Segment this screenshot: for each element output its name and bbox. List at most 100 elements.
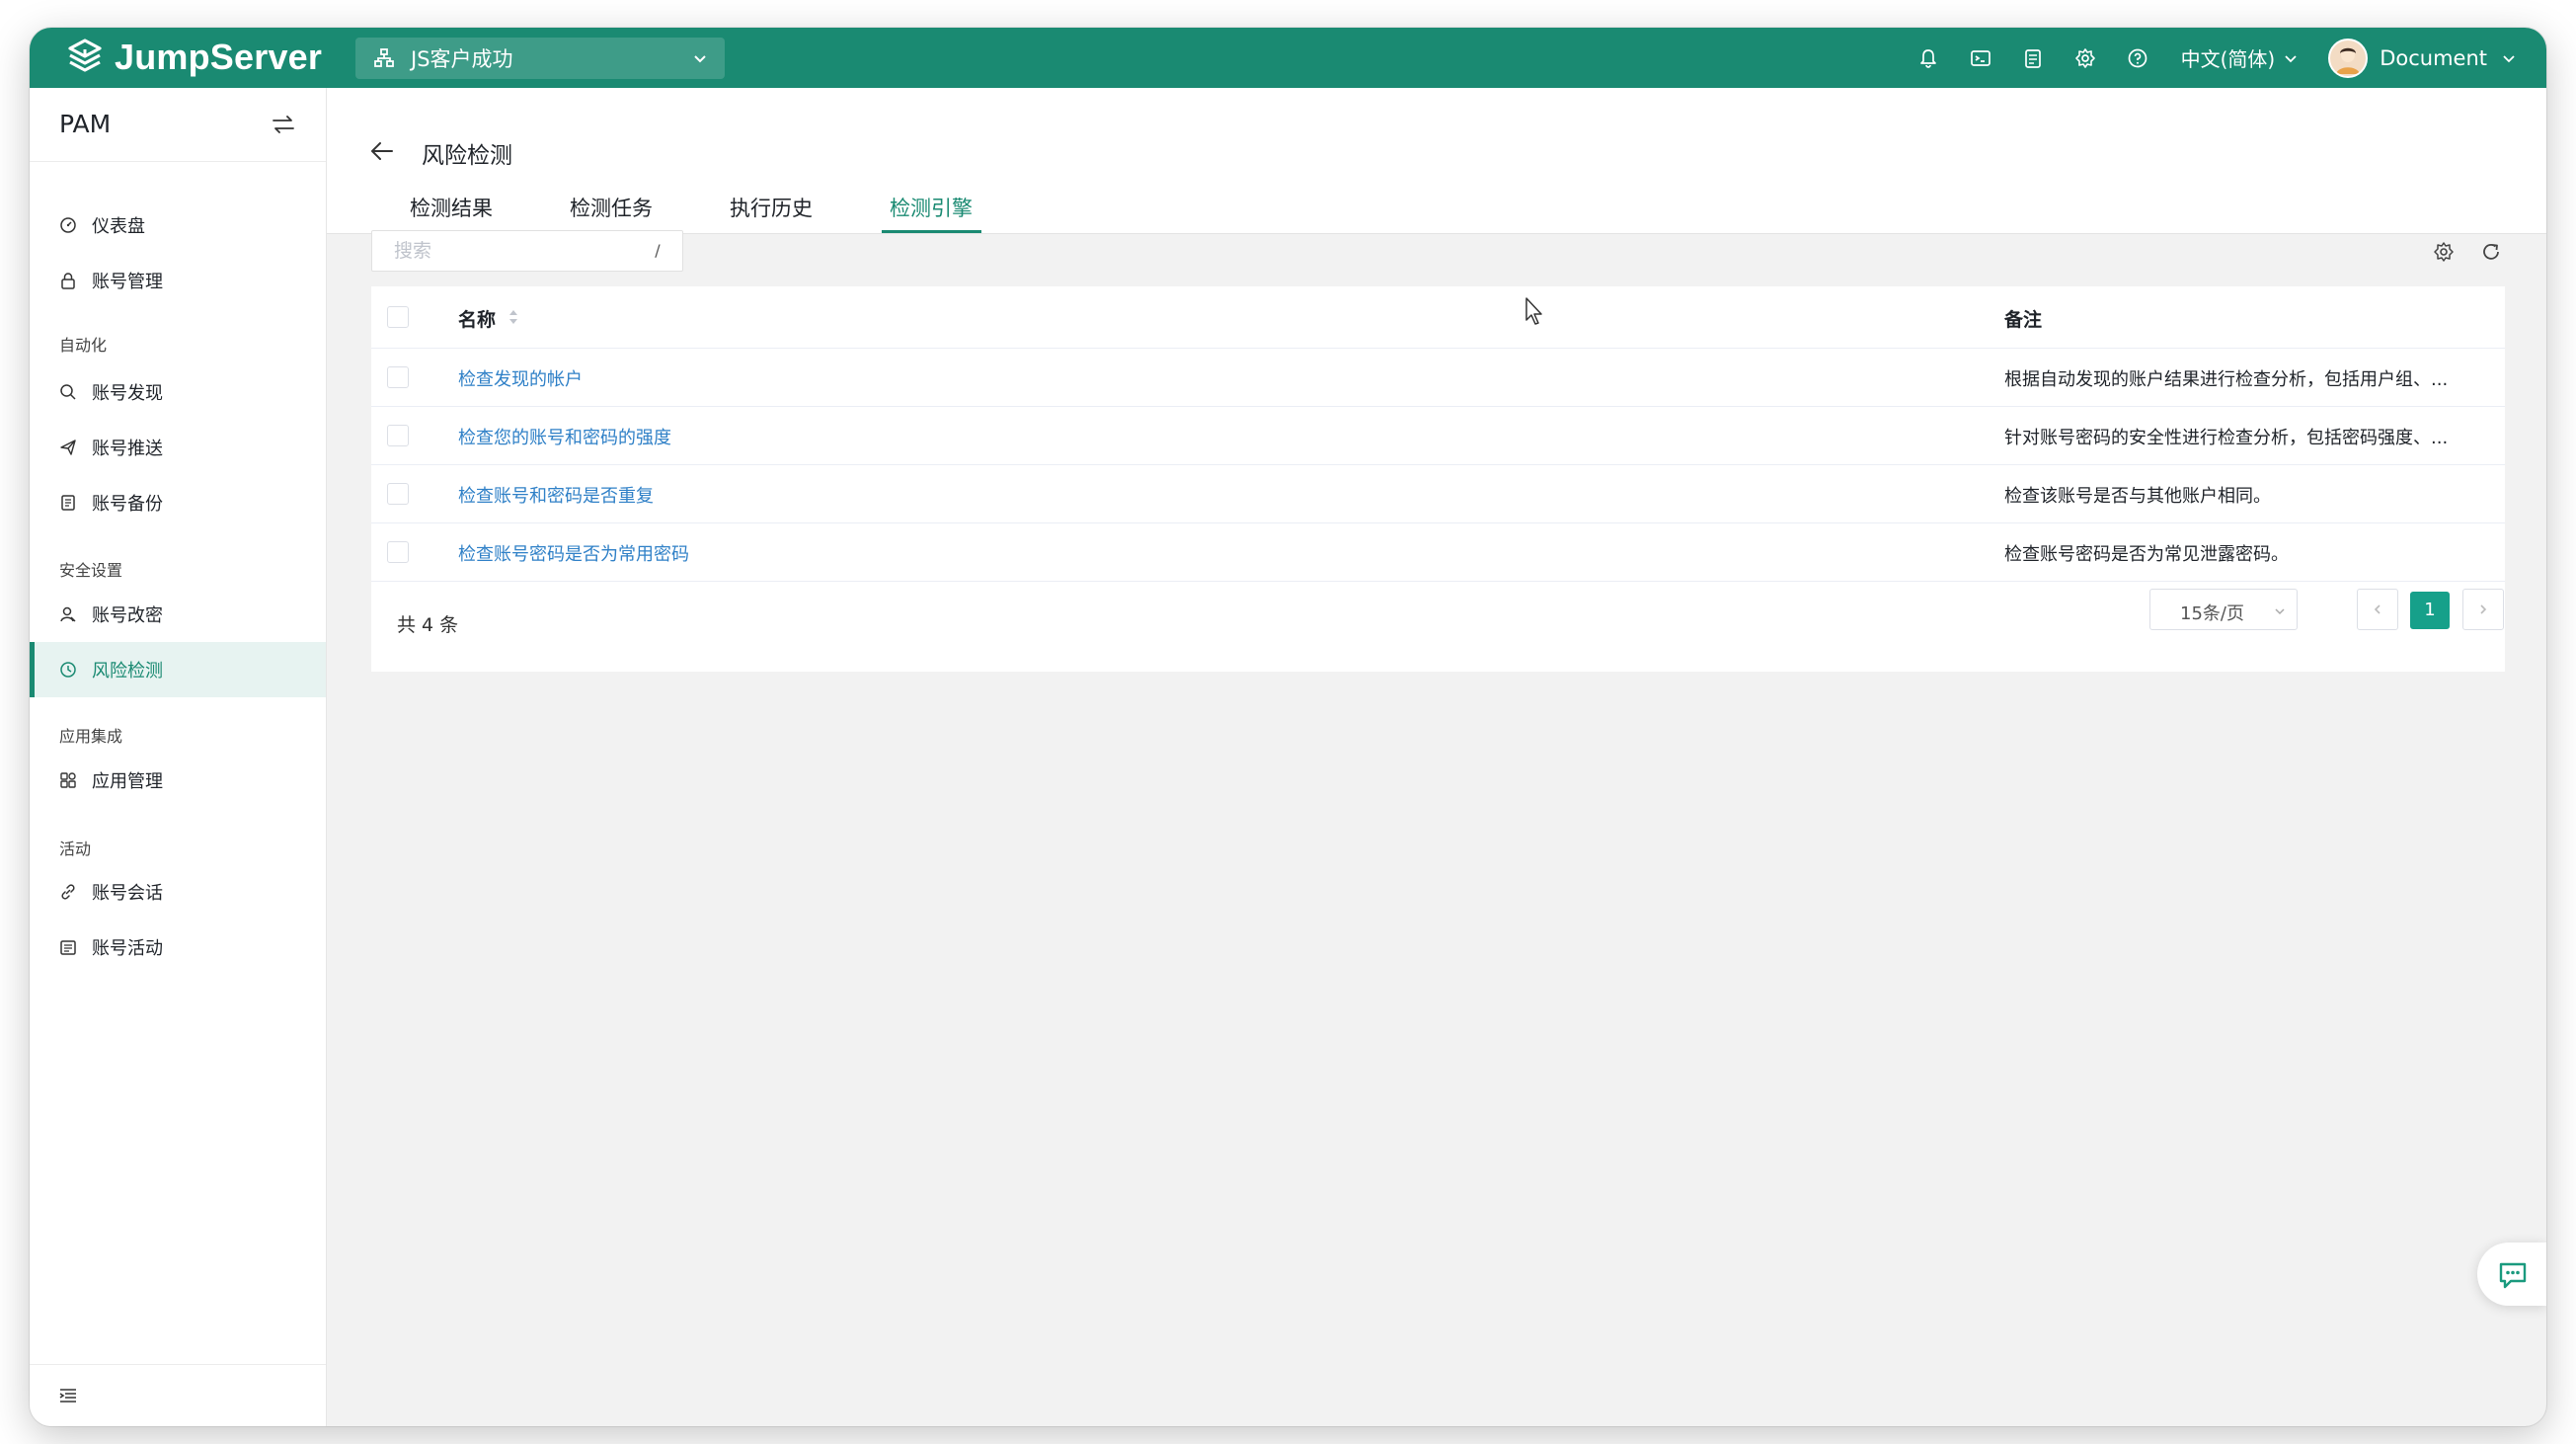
row-name-link[interactable]: 检查您的账号和密码的强度 — [458, 424, 671, 449]
tab-detection-results[interactable]: 检测结果 — [410, 193, 493, 222]
organization-select[interactable]: JS客户成功 — [355, 38, 725, 79]
search-input[interactable] — [372, 231, 682, 271]
ticket-icon[interactable] — [2020, 45, 2046, 71]
backup-icon — [58, 493, 78, 513]
column-header-note: 备注 — [2004, 309, 2043, 331]
sidebar-group-security: 安全设置 — [59, 561, 123, 580]
row-checkbox[interactable] — [387, 541, 409, 563]
active-tab-indicator — [882, 230, 981, 233]
page-header: 风险检测 检测结果 检测任务 执行历史 检测引擎 — [327, 88, 2546, 234]
key-change-icon — [58, 604, 78, 624]
dashboard-icon — [58, 215, 78, 235]
sidebar-item-label: 账号发现 — [92, 383, 163, 404]
sort-icon[interactable] — [507, 306, 520, 328]
logo-text: JumpServer — [115, 37, 323, 77]
sidebar-item-account-sessions[interactable]: 账号会话 — [30, 864, 326, 920]
page-size-select[interactable]: 15条/页 — [2149, 589, 2298, 630]
row-note: 根据自动发现的账户结果进行检查分析，包括用户组、... — [2004, 369, 2449, 390]
chevron-down-icon — [2285, 54, 2297, 62]
search-icon — [58, 382, 78, 402]
sidebar-item-label: 应用管理 — [92, 771, 163, 792]
select-all-checkbox[interactable] — [387, 306, 409, 328]
table-row: 检查账号和密码是否重复 检查该账号是否与其他账户相同。 — [371, 465, 2505, 523]
sidebar-footer — [30, 1364, 326, 1426]
language-select[interactable]: 中文(简体) — [2181, 43, 2300, 72]
page-size-value: 15条/页 — [2180, 603, 2244, 624]
chevron-right-icon — [2480, 604, 2487, 614]
row-note: 针对账号密码的安全性进行检查分析，包括密码强度、... — [2004, 428, 2449, 448]
sidebar-item-label: 账号改密 — [92, 605, 163, 626]
chevron-down-icon — [2503, 54, 2515, 62]
lock-icon — [58, 271, 78, 290]
table-row: 检查账号密码是否为常用密码 检查账号密码是否为常见泄露密码。 — [371, 523, 2505, 582]
sidebar-item-change-secret[interactable]: 账号改密 — [30, 587, 326, 642]
page-title: 风险检测 — [422, 143, 512, 169]
row-checkbox[interactable] — [387, 425, 409, 446]
next-page-button[interactable] — [2462, 589, 2504, 630]
sidebar-item-risk-detection[interactable]: 风险检测 — [30, 642, 326, 697]
search-shortcut-hint: / — [655, 241, 661, 260]
settings-icon[interactable] — [2433, 241, 2455, 263]
row-checkbox[interactable] — [387, 366, 409, 388]
terminal-icon[interactable] — [1968, 45, 1993, 71]
chevron-down-icon — [694, 55, 706, 63]
user-menu[interactable]: Document — [2328, 38, 2517, 78]
sidebar-group-activity: 活动 — [59, 840, 92, 858]
user-name: Document — [2380, 45, 2487, 70]
link-icon — [58, 882, 78, 902]
sidebar-item-dashboard[interactable]: 仪表盘 — [30, 198, 326, 253]
sidebar-header: PAM — [30, 88, 326, 162]
topbar-actions: 中文(简体) Document — [1915, 28, 2546, 88]
apps-icon — [58, 770, 78, 790]
switch-view-icon[interactable] — [271, 113, 296, 136]
sidebar-group-automation: 自动化 — [59, 336, 108, 355]
settings-icon[interactable] — [2072, 45, 2098, 71]
total-count: 共 4 条 — [397, 614, 459, 636]
chat-assistant-button[interactable] — [2477, 1243, 2546, 1306]
row-name-link[interactable]: 检查发现的帐户 — [458, 365, 583, 391]
column-header-name[interactable]: 名称 — [458, 305, 496, 332]
logo[interactable]: JumpServer — [65, 36, 322, 79]
sidebar-item-label: 账号会话 — [92, 883, 163, 904]
refresh-icon[interactable] — [2480, 241, 2502, 263]
tab-detection-tasks[interactable]: 检测任务 — [570, 193, 653, 222]
language-label: 中文(简体) — [2180, 47, 2276, 71]
tab-execution-history[interactable]: 执行历史 — [730, 193, 813, 222]
page-number-current[interactable]: 1 — [2410, 592, 2450, 629]
sidebar-item-label: 账号推送 — [92, 439, 163, 459]
send-icon — [58, 438, 78, 457]
activity-icon — [58, 937, 78, 957]
tab-detection-engine[interactable]: 检测引擎 — [890, 193, 973, 222]
table-row: 检查您的账号和密码的强度 针对账号密码的安全性进行检查分析，包括密码强度、... — [371, 407, 2505, 465]
collapse-sidebar-icon[interactable] — [57, 1385, 79, 1406]
risk-detect-icon — [58, 660, 78, 680]
organization-icon — [374, 48, 394, 67]
row-name-link[interactable]: 检查账号密码是否为常用密码 — [458, 540, 689, 566]
sidebar-item-label: 账号活动 — [92, 938, 163, 959]
sidebar-item-account-activity[interactable]: 账号活动 — [30, 920, 326, 975]
prev-page-button[interactable] — [2357, 589, 2398, 630]
jumpserver-logo-icon — [68, 39, 102, 72]
bell-icon[interactable] — [1915, 45, 1941, 71]
top-navbar: JumpServer JS客户成功 中文(简体) Document — [30, 28, 2546, 88]
sidebar: PAM 仪表盘 账号管理 自动化 账号发现 账号推送 账号备份 安全设置 账号改… — [30, 88, 327, 1426]
row-note: 检查该账号是否与其他账户相同。 — [2004, 486, 2271, 507]
help-icon[interactable] — [2125, 45, 2150, 71]
row-note: 检查账号密码是否为常见泄露密码。 — [2004, 544, 2289, 565]
row-name-link[interactable]: 检查账号和密码是否重复 — [458, 482, 654, 508]
sidebar-item-label: 账号备份 — [92, 494, 163, 515]
sidebar-group-app-integration: 应用集成 — [59, 727, 123, 746]
table-row: 检查发现的帐户 根据自动发现的账户结果进行检查分析，包括用户组、... — [371, 349, 2505, 407]
sidebar-item-app-management[interactable]: 应用管理 — [30, 753, 326, 808]
sidebar-item-account-push[interactable]: 账号推送 — [30, 420, 326, 475]
sidebar-item-account-discovery[interactable]: 账号发现 — [30, 364, 326, 420]
sidebar-item-account-backup[interactable]: 账号备份 — [30, 475, 326, 530]
sidebar-item-label: 账号管理 — [92, 272, 163, 292]
search-box: / — [371, 230, 683, 272]
row-checkbox[interactable] — [387, 483, 409, 505]
back-arrow-icon[interactable] — [370, 140, 394, 162]
avatar — [2328, 38, 2369, 78]
sidebar-title: PAM — [59, 110, 112, 138]
sidebar-item-account-management[interactable]: 账号管理 — [30, 253, 326, 308]
organization-name: JS客户成功 — [411, 47, 513, 71]
